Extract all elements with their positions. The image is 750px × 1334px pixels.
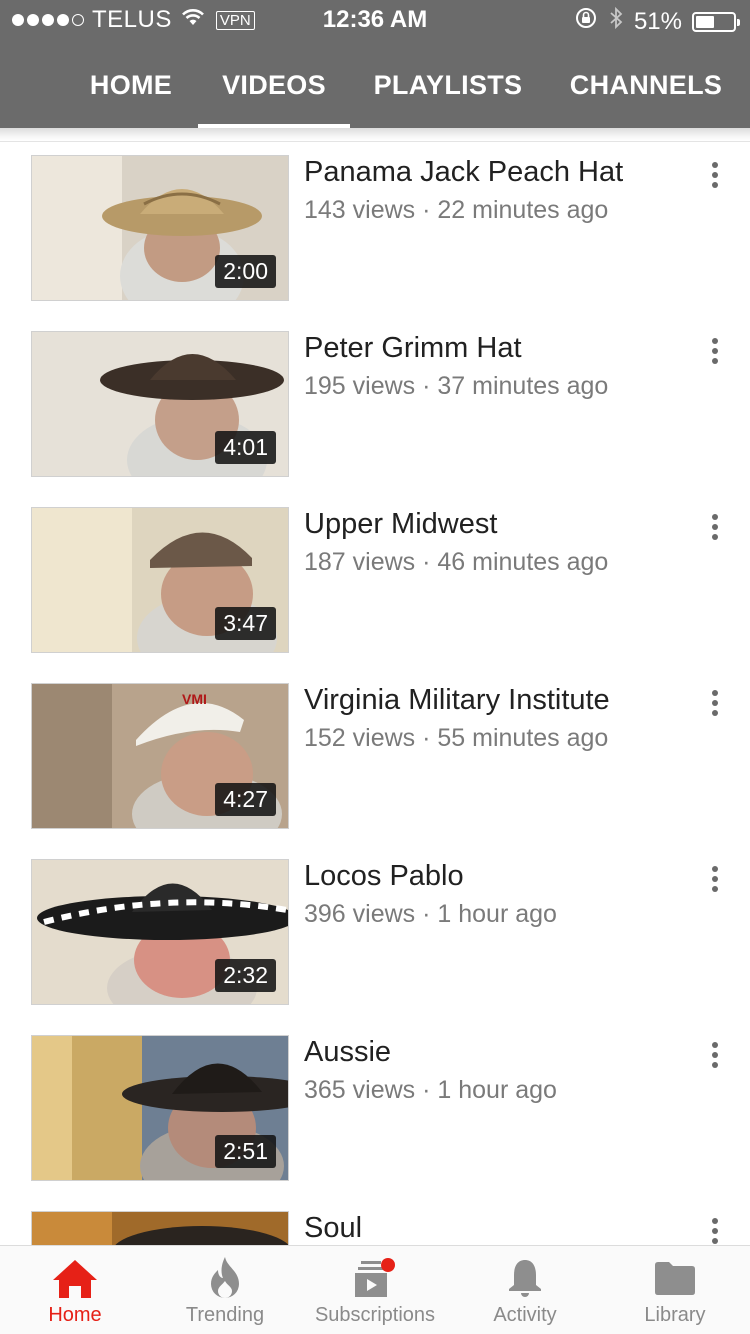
battery-percent: 51% bbox=[633, 7, 682, 35]
more-options-icon[interactable] bbox=[700, 864, 730, 894]
nav-trending[interactable]: Trending bbox=[150, 1246, 300, 1334]
video-item[interactable]: 2:32 Locos Pablo 396 views · 1 hour ago bbox=[0, 846, 750, 1022]
nav-library[interactable]: Library bbox=[600, 1246, 750, 1334]
video-title[interactable]: Locos Pablo bbox=[304, 860, 464, 893]
video-duration: 2:00 bbox=[215, 255, 276, 288]
video-item[interactable]: 3:47 Upper Midwest 187 views · 46 minute… bbox=[0, 494, 750, 670]
home-icon bbox=[51, 1256, 99, 1300]
video-item[interactable]: 2:51 Aussie 365 views · 1 hour ago bbox=[0, 1022, 750, 1198]
video-item[interactable]: 2:00 Panama Jack Peach Hat 143 views · 2… bbox=[0, 142, 750, 318]
video-meta: 143 views · 22 minutes ago bbox=[304, 196, 609, 224]
tab-playlists[interactable]: PLAYLISTS bbox=[362, 42, 534, 128]
video-title[interactable]: Upper Midwest bbox=[304, 508, 497, 541]
bell-icon bbox=[507, 1256, 543, 1300]
rotation-lock-icon bbox=[574, 6, 598, 37]
folder-icon bbox=[653, 1256, 697, 1300]
nav-label-subscriptions: Subscriptions bbox=[314, 1304, 436, 1326]
nav-label-activity: Activity bbox=[493, 1304, 557, 1326]
video-meta: 187 views · 46 minutes ago bbox=[304, 548, 609, 576]
more-options-icon[interactable] bbox=[700, 336, 730, 366]
more-options-icon[interactable] bbox=[700, 160, 730, 190]
video-thumbnail[interactable] bbox=[31, 1211, 289, 1246]
nav-activity[interactable]: Activity bbox=[450, 1246, 600, 1334]
svg-text:VMI: VMI bbox=[182, 691, 207, 707]
video-title[interactable]: Panama Jack Peach Hat bbox=[304, 156, 623, 189]
video-duration: 4:01 bbox=[215, 431, 276, 464]
video-duration: 2:32 bbox=[215, 959, 276, 992]
header-shadow bbox=[0, 128, 750, 142]
video-thumbnail[interactable]: 2:32 bbox=[31, 859, 289, 1005]
more-options-icon[interactable] bbox=[700, 1040, 730, 1070]
video-duration: 2:51 bbox=[215, 1135, 276, 1168]
video-title[interactable]: Peter Grimm Hat bbox=[304, 332, 522, 365]
video-item[interactable]: Soul bbox=[0, 1198, 750, 1246]
bottom-navigation: Home Trending Subscriptions Activity Lib… bbox=[0, 1245, 750, 1334]
video-item[interactable]: 4:01 Peter Grimm Hat 195 views · 37 minu… bbox=[0, 318, 750, 494]
video-meta: 195 views · 37 minutes ago bbox=[304, 372, 609, 400]
video-meta: 365 views · 1 hour ago bbox=[304, 1076, 557, 1104]
more-options-icon[interactable] bbox=[700, 688, 730, 718]
nav-label-home: Home bbox=[48, 1304, 102, 1326]
video-item[interactable]: VMI 4:27 Virginia Military Institute 152… bbox=[0, 670, 750, 846]
status-right: 51% bbox=[574, 6, 740, 37]
battery-icon bbox=[692, 11, 740, 32]
video-thumbnail[interactable]: 2:51 bbox=[31, 1035, 289, 1181]
flame-icon bbox=[207, 1256, 243, 1300]
channel-tabs: HOME VIDEOS PLAYLISTS CHANNELS bbox=[0, 42, 750, 128]
tab-videos[interactable]: VIDEOS bbox=[198, 42, 350, 128]
video-meta: 152 views · 55 minutes ago bbox=[304, 724, 609, 752]
tab-home[interactable]: HOME bbox=[66, 42, 196, 128]
video-title[interactable]: Soul bbox=[304, 1212, 362, 1245]
nav-subscriptions[interactable]: Subscriptions bbox=[300, 1246, 450, 1334]
video-duration: 3:47 bbox=[215, 607, 276, 640]
bluetooth-icon bbox=[608, 6, 624, 37]
subscriptions-icon bbox=[352, 1256, 398, 1300]
app-header: TELUS VPN 12:36 AM 51% HOME VIDEOS PLAYL… bbox=[0, 0, 750, 128]
more-options-icon[interactable] bbox=[700, 1216, 730, 1246]
nav-home[interactable]: Home bbox=[0, 1246, 150, 1334]
video-title[interactable]: Aussie bbox=[304, 1036, 391, 1069]
status-bar: TELUS VPN 12:36 AM 51% bbox=[0, 0, 750, 40]
tab-channels[interactable]: CHANNELS bbox=[556, 42, 736, 128]
more-options-icon[interactable] bbox=[700, 512, 730, 542]
video-meta: 396 views · 1 hour ago bbox=[304, 900, 557, 928]
battery-fill bbox=[696, 15, 715, 28]
video-thumbnail[interactable]: 3:47 bbox=[31, 507, 289, 653]
video-title[interactable]: Virginia Military Institute bbox=[304, 684, 610, 717]
video-thumbnail[interactable]: 2:00 bbox=[31, 155, 289, 301]
nav-label-library: Library bbox=[644, 1304, 706, 1326]
video-list: 2:00 Panama Jack Peach Hat 143 views · 2… bbox=[0, 142, 750, 1246]
nav-label-trending: Trending bbox=[185, 1304, 265, 1326]
video-thumbnail[interactable]: VMI 4:27 bbox=[31, 683, 289, 829]
video-thumbnail[interactable]: 4:01 bbox=[31, 331, 289, 477]
video-duration: 4:27 bbox=[215, 783, 276, 816]
